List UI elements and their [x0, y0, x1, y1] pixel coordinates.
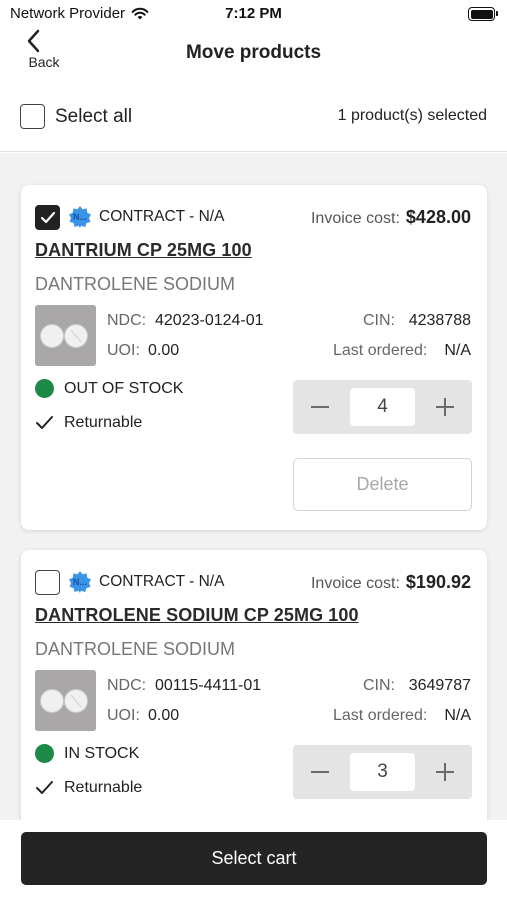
product-card: N... CONTRACT - N/A Invoice cost: $190.92…	[21, 550, 487, 820]
cin-label: CIN:	[363, 312, 395, 329]
badge-label: N...	[72, 212, 87, 222]
last-ordered-label: Last ordered:	[333, 342, 428, 359]
product-image	[35, 305, 96, 366]
checkmark-icon	[36, 416, 53, 429]
minus-icon	[311, 771, 329, 773]
invoice-cost-label: Invoice cost:	[310, 210, 400, 227]
generic-name: DANTROLENE SODIUM	[35, 274, 236, 294]
quantity-stepper: 3	[293, 745, 472, 799]
contract-badge-icon: N...	[68, 570, 92, 594]
product-list[interactable]: N... CONTRACT - N/A Invoice cost: $428.00…	[0, 153, 507, 820]
checkmark-icon	[40, 211, 55, 223]
footer: Select cart	[0, 820, 507, 900]
contract-badge-icon: N...	[68, 205, 92, 229]
ndc-value: 00115-4411-01	[155, 677, 262, 694]
uoi-value: 0.00	[148, 707, 180, 724]
uoi-label: UOI:	[107, 707, 140, 724]
ndc-value: 42023-0124-01	[155, 312, 264, 329]
badge-label: N...	[72, 577, 87, 587]
stock-status: IN STOCK	[35, 744, 139, 763]
returnable-status: Returnable	[35, 779, 142, 797]
nav-header: Back Move products	[0, 28, 507, 90]
uoi-value: 0.00	[148, 342, 180, 359]
minus-icon	[311, 406, 329, 408]
decrement-button[interactable]	[293, 745, 347, 799]
last-ordered-value: N/A	[444, 342, 471, 359]
cin-value: 4238788	[408, 312, 471, 329]
product-checkbox[interactable]	[35, 205, 60, 230]
contract-status: CONTRACT - N/A	[99, 208, 225, 225]
select-all-checkbox[interactable]	[20, 104, 45, 129]
invoice-cost-value: $428.00	[405, 207, 471, 227]
select-all-label[interactable]: Select all	[55, 106, 132, 128]
status-bar: Network Provider 7:12 PM	[0, 0, 507, 28]
product-checkbox[interactable]	[35, 570, 60, 595]
increment-button[interactable]	[418, 380, 472, 434]
delete-button[interactable]: Delete	[293, 458, 472, 511]
returnable-label: Returnable	[64, 779, 143, 796]
battery-icon	[468, 7, 498, 21]
ndc-label: NDC:	[107, 312, 147, 329]
stock-status-dot-icon	[35, 379, 54, 398]
product-name-link[interactable]: DANTRIUM CP 25MG 100	[35, 240, 252, 261]
quantity-input[interactable]: 4	[350, 388, 415, 426]
checkmark-icon	[36, 781, 53, 794]
last-ordered-label: Last ordered:	[333, 707, 428, 724]
uoi-label: UOI:	[107, 342, 140, 359]
generic-name: DANTROLENE SODIUM	[35, 639, 236, 659]
returnable-label: Returnable	[64, 414, 143, 431]
invoice-cost-label: Invoice cost:	[310, 575, 400, 592]
quantity-stepper: 4	[293, 380, 472, 434]
product-image	[35, 670, 96, 731]
page-title: Move products	[185, 42, 322, 63]
stock-status: OUT OF STOCK	[35, 379, 183, 398]
stock-status-dot-icon	[35, 744, 54, 763]
last-ordered-value: N/A	[444, 707, 471, 724]
plus-icon	[436, 398, 454, 416]
select-cart-button[interactable]: Select cart	[21, 832, 487, 885]
decrement-button[interactable]	[293, 380, 347, 434]
product-card: N... CONTRACT - N/A Invoice cost: $428.00…	[21, 185, 487, 530]
quantity-input[interactable]: 3	[350, 753, 415, 791]
invoice-cost: Invoice cost: $190.92	[311, 572, 471, 593]
product-name-link[interactable]: DANTROLENE SODIUM CP 25MG 100	[35, 605, 359, 626]
invoice-cost: Invoice cost: $428.00	[311, 207, 471, 228]
cin-value: 3649787	[408, 677, 471, 694]
stock-status-label: OUT OF STOCK	[64, 379, 184, 397]
stock-status-label: IN STOCK	[64, 744, 140, 762]
selected-count: 1 product(s) selected	[337, 107, 487, 124]
clock: 7:12 PM	[225, 5, 282, 22]
select-all-bar: Select all 1 product(s) selected	[0, 90, 507, 152]
increment-button[interactable]	[418, 745, 472, 799]
invoice-cost-value: $190.92	[405, 572, 471, 592]
cin-label: CIN:	[363, 677, 395, 694]
ndc-label: NDC:	[107, 677, 147, 694]
plus-icon	[436, 763, 454, 781]
contract-status: CONTRACT - N/A	[99, 573, 225, 590]
returnable-status: Returnable	[35, 414, 142, 432]
